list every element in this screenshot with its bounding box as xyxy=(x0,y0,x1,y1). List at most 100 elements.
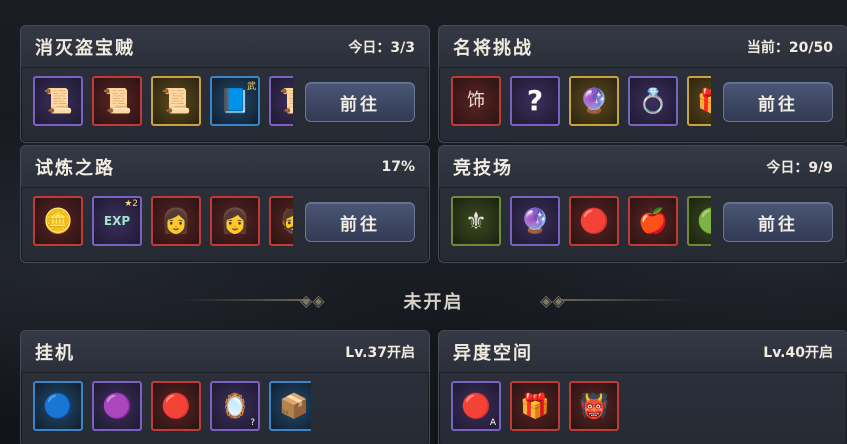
reward-list: 🪙 EXP ★2 👩 👩 🧔 xyxy=(21,188,293,246)
hero-portrait-icon: 👩 xyxy=(220,207,250,235)
orb-icon: 🔮 xyxy=(520,207,550,235)
go-button[interactable]: 前往 xyxy=(305,82,415,122)
reward-clip: 🔵 🟣 🔴 🪞? 📦 xyxy=(21,373,311,444)
panel-idle: 挂机 Lv.37开启 🔵 🟣 🔴 🪞? 📦 xyxy=(20,330,430,444)
panel-trial-road: 试炼之路 17% 🪙 EXP ★2 👩 👩 🧔 前往 xyxy=(20,145,430,263)
reward-slot[interactable]: 🔵 xyxy=(33,381,83,431)
reward-clip: ⚜ 🔮 🔴 🍎 🟢 xyxy=(439,188,711,262)
panel-status: Lv.40开启 xyxy=(763,344,833,361)
box-icon: 📦 xyxy=(279,392,309,420)
orb-icon: 🔵 xyxy=(43,392,73,420)
reward-slot[interactable]: 👩 xyxy=(210,196,260,246)
pendant-icon: 🔮 xyxy=(579,87,609,115)
panel-header: 试炼之路 17% xyxy=(21,146,429,188)
reward-slot[interactable]: 🟣 xyxy=(92,381,142,431)
panel-status: 当前：20/50 xyxy=(746,39,833,56)
panel-general-challenge: 名将挑战 当前：20/50 饰? 🔮 💍 🎁 前往 xyxy=(438,25,847,143)
reward-row: 🔵 🟣 🔴 🪞? 📦 xyxy=(21,373,429,444)
ring-icon: 💍 xyxy=(638,87,668,115)
coin-icon: 🪙 xyxy=(43,207,73,235)
token-icon: ⚜ xyxy=(465,207,487,235)
divider-label: 未开启 xyxy=(403,292,464,313)
go-button[interactable]: 前往 xyxy=(305,202,415,242)
reward-slot[interactable]: 🎁 xyxy=(687,76,711,126)
panel-alien-space: 异度空间 Lv.40开启 🔴 A 🎁 👹 xyxy=(438,330,847,444)
reward-list: 🔵 🟣 🔴 🪞? 📦 xyxy=(21,373,311,431)
reward-slot[interactable]: 🔴 xyxy=(151,381,201,431)
panel-status: 今日：3/3 xyxy=(348,39,415,56)
hero-portrait-icon: 👹 xyxy=(579,392,609,420)
scroll-icon: 📜 xyxy=(161,87,191,115)
locked-divider: ◈◈ 未开启 ◈◈ xyxy=(0,285,847,315)
mirror-icon: 🪞 xyxy=(220,392,250,420)
reward-slot[interactable]: 🪞? xyxy=(210,381,260,431)
fruit-icon: 🍎 xyxy=(638,207,668,235)
reward-slot[interactable]: ? xyxy=(510,76,560,126)
go-button[interactable]: 前往 xyxy=(723,82,833,122)
chest-icon: 🎁 xyxy=(697,89,711,113)
reward-clip: 📜 📜 📜 📘武 📜 xyxy=(21,68,293,142)
reward-slot[interactable]: 🔮 xyxy=(510,196,560,246)
panel-header: 消灭盗宝贼 今日：3/3 xyxy=(21,26,429,68)
orb-icon: 🟢 xyxy=(697,209,711,233)
reward-slot[interactable]: 🔴 A xyxy=(451,381,501,431)
reward-slot[interactable]: 🔮 xyxy=(569,76,619,126)
reward-list: ⚜ 🔮 🔴 🍎 🟢 xyxy=(439,188,711,246)
reward-slot[interactable]: EXP ★2 xyxy=(92,196,142,246)
reward-slot[interactable]: 📜 xyxy=(92,76,142,126)
panel-title: 异度空间 xyxy=(453,342,533,364)
go-button[interactable]: 前往 xyxy=(723,202,833,242)
panel-header: 名将挑战 当前：20/50 xyxy=(439,26,847,68)
reward-list: 🔴 A 🎁 👹 xyxy=(439,373,729,431)
reward-slot[interactable]: 🪙 xyxy=(33,196,83,246)
ornament-icon: 饰 xyxy=(467,90,485,111)
reward-row: 🔴 A 🎁 👹 xyxy=(439,373,847,444)
mystery-icon: ? xyxy=(526,84,544,117)
reward-slot[interactable]: 📜 xyxy=(151,76,201,126)
reward-slot[interactable]: 📜 xyxy=(269,76,293,126)
orb-icon: 🔴 xyxy=(579,207,609,235)
chest-icon: 🎁 xyxy=(520,392,550,420)
panel-title: 试炼之路 xyxy=(35,157,115,179)
reward-slot[interactable]: 🧔 xyxy=(269,196,293,246)
exp-icon: EXP xyxy=(103,214,131,228)
hero-portrait-icon: 👩 xyxy=(161,207,191,235)
reward-clip: 🪙 EXP ★2 👩 👩 🧔 xyxy=(21,188,293,262)
reward-slot[interactable]: 🎁 xyxy=(510,381,560,431)
panel-arena: 竞技场 今日：9/9 ⚜ 🔮 🔴 🍎 🟢 前往 xyxy=(438,145,847,263)
reward-slot[interactable]: 📘 武 xyxy=(210,76,260,126)
reward-slot[interactable]: ⚜ xyxy=(451,196,501,246)
panel-header: 挂机 Lv.37开启 xyxy=(21,331,429,373)
panel-title: 消灭盗宝贼 xyxy=(35,37,135,59)
reward-row: 🪙 EXP ★2 👩 👩 🧔 前往 xyxy=(21,188,429,262)
orb-icon: 🟣 xyxy=(102,392,132,420)
panel-header: 异度空间 Lv.40开启 xyxy=(439,331,847,373)
reward-slot[interactable]: 📜 xyxy=(33,76,83,126)
reward-slot[interactable]: 🍎 xyxy=(628,196,678,246)
reward-slot[interactable]: 🔴 xyxy=(569,196,619,246)
reward-slot[interactable]: 👩 xyxy=(151,196,201,246)
reward-list: 饰? 🔮 💍 🎁 xyxy=(439,68,711,126)
reward-clip: 饰? 🔮 💍 🎁 xyxy=(439,68,711,142)
panel-status: 17% xyxy=(381,158,415,175)
reward-slot[interactable]: 📦 xyxy=(269,381,311,431)
slot-subscript: ? xyxy=(250,418,255,428)
scroll-icon: 📘 xyxy=(220,87,250,115)
orb-icon: 🔴 xyxy=(461,392,491,420)
panel-treasure-thief: 消灭盗宝贼 今日：3/3 📜 📜 📜 📘武 📜 前往 xyxy=(20,25,430,143)
reward-slot[interactable]: 👹 xyxy=(569,381,619,431)
reward-slot[interactable]: 💍 xyxy=(628,76,678,126)
reward-row: 饰? 🔮 💍 🎁 前往 xyxy=(439,68,847,142)
panel-title: 挂机 xyxy=(35,342,75,364)
panel-title: 名将挑战 xyxy=(453,37,533,59)
divider-line-right xyxy=(560,299,690,301)
slot-subscript: A xyxy=(489,418,496,428)
reward-slot[interactable]: 🟢 xyxy=(687,196,711,246)
reward-row: ⚜ 🔮 🔴 🍎 🟢 前往 xyxy=(439,188,847,262)
hero-portrait-icon: 🧔 xyxy=(279,209,293,233)
reward-slot[interactable]: 饰 xyxy=(451,76,501,126)
scroll-icon: 📜 xyxy=(102,87,132,115)
scroll-icon: 📜 xyxy=(43,87,73,115)
reward-row: 📜 📜 📜 📘武 📜 前往 xyxy=(21,68,429,142)
slot-badge: ★2 xyxy=(124,199,138,209)
